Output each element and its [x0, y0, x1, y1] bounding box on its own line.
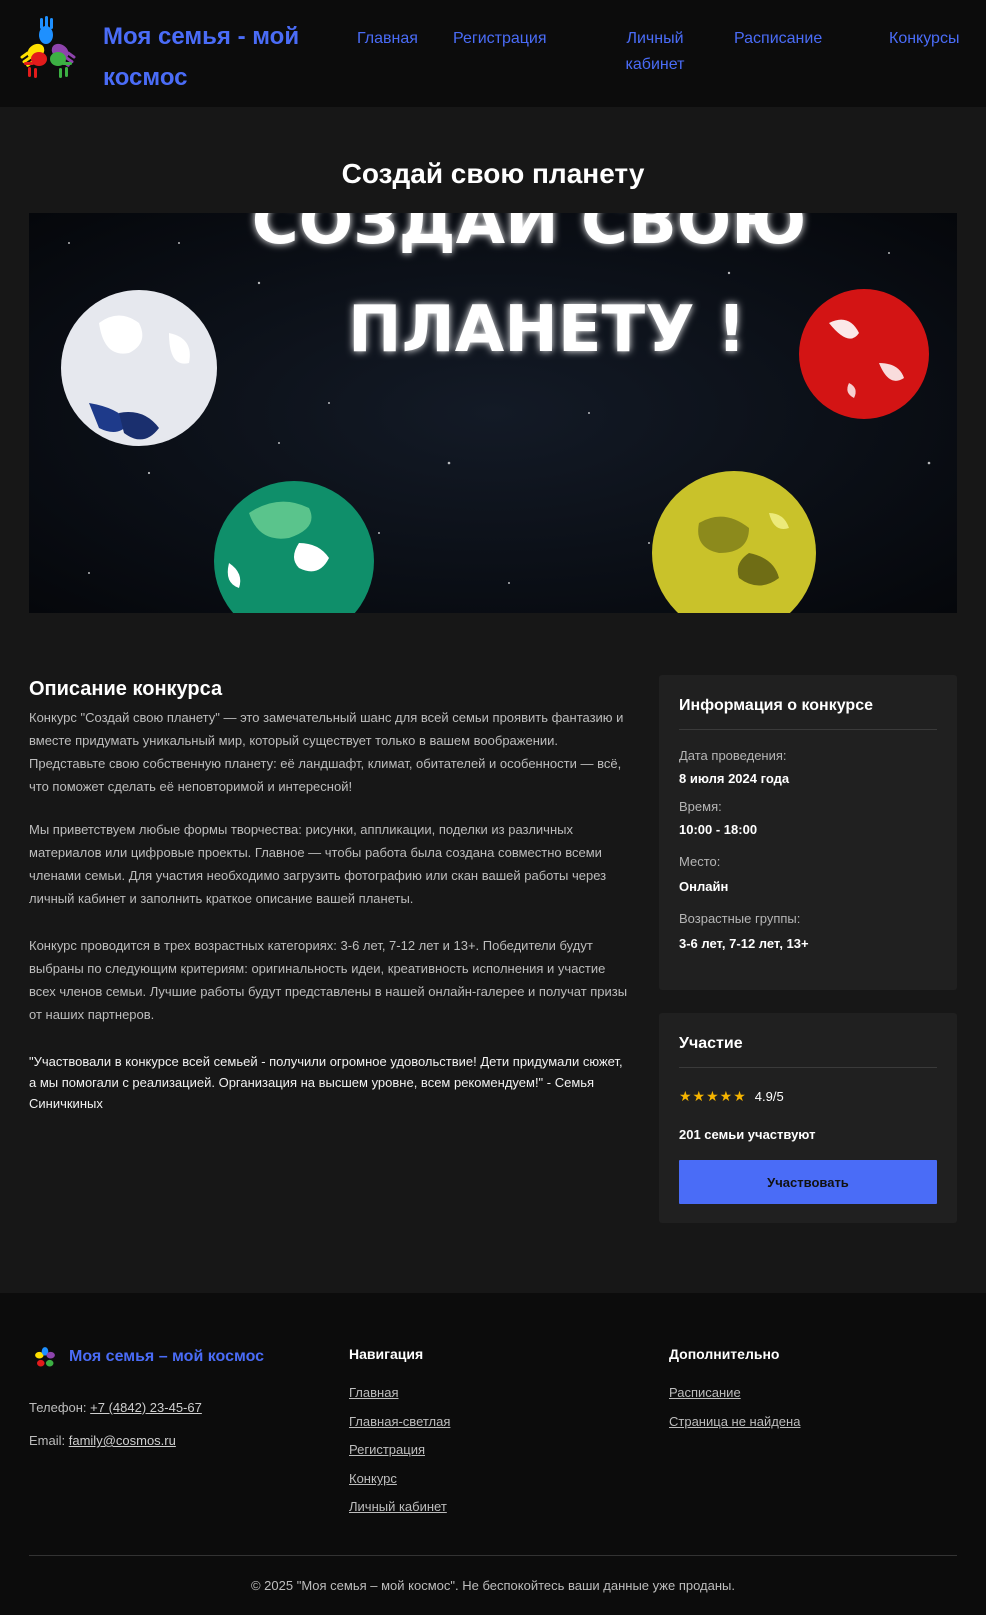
site-header: Моя семья - мой космос Главная Регистрац…	[0, 0, 986, 107]
family-hands-logo-icon[interactable]	[14, 14, 82, 82]
participation-card: Участие ★★★★★ 4.9/5 201 семьи участвуют …	[659, 1013, 957, 1223]
nav-contests[interactable]: Конкурсы	[889, 26, 959, 52]
footer-phone: Телефон: +7 (4842) 23-45-67	[29, 1400, 202, 1415]
footer-link-contest[interactable]: Конкурс	[349, 1471, 397, 1486]
nav-registration[interactable]: Регистрация	[453, 26, 547, 52]
place-label: Место:	[679, 854, 721, 869]
site-footer: Моя семья – мой космос Телефон: +7 (4842…	[0, 1293, 986, 1615]
family-review: "Участвовали в конкурсе всей семьей - по…	[29, 1054, 623, 1111]
date-value: 8 июля 2024 года	[679, 771, 790, 786]
description-paragraph-1: Конкурс "Создай свою планету" — это заме…	[29, 710, 624, 794]
footer-link-home[interactable]: Главная	[349, 1385, 398, 1400]
time-label: Время:	[679, 799, 722, 814]
footer-extra-heading: Дополнительно	[669, 1346, 780, 1362]
age-groups-label: Возрастные группы:	[679, 911, 801, 926]
contest-info-card: Информация о конкурсе Дата проведения: 8…	[659, 675, 957, 990]
participants-count: 201 семьи участвуют	[679, 1127, 816, 1142]
footer-link-account[interactable]: Личный кабинет	[349, 1499, 447, 1514]
description-paragraph-2: Мы приветствуем любые формы творчества: …	[29, 822, 607, 906]
footer-email: Email: family@cosmos.ru	[29, 1433, 176, 1448]
footer-link-home-light[interactable]: Главная-светлая	[349, 1414, 450, 1429]
participate-button[interactable]: Участвовать	[679, 1160, 937, 1204]
rating: ★★★★★ 4.9/5	[679, 1088, 937, 1105]
rating-stars-icon: ★★★★★	[679, 1088, 747, 1104]
nav-home[interactable]: Главная	[357, 26, 418, 52]
footer-nav-heading: Навигация	[349, 1346, 424, 1362]
time-value: 10:00 - 18:00	[679, 822, 758, 837]
copyright: © 2025 "Моя семья – мой космос". Не бесп…	[250, 1578, 735, 1593]
phone-label: Телефон:	[29, 1400, 87, 1415]
footer-link-registration[interactable]: Регистрация	[349, 1442, 425, 1457]
footer-link-schedule[interactable]: Расписание	[669, 1385, 741, 1400]
red-planet	[799, 289, 929, 419]
phone-link[interactable]: +7 (4842) 23-45-67	[90, 1400, 202, 1415]
footer-brand: Моя семья – мой космос	[69, 1348, 265, 1365]
footer-link-not-found[interactable]: Страница не найдена	[669, 1414, 800, 1429]
email-link[interactable]: family@cosmos.ru	[69, 1433, 176, 1448]
hero-heading-line1: СОЗДАЙ СВОЮ	[252, 213, 807, 259]
date-label: Дата проведения:	[679, 748, 787, 763]
description-paragraph-3: Конкурс проводится в трех возрастных кат…	[29, 938, 628, 1022]
place-value: Онлайн	[679, 879, 729, 894]
page-title: Создай свою планету	[341, 158, 645, 189]
site-brand[interactable]: Моя семья - мой космос	[103, 16, 303, 98]
nav-account[interactable]: Личный кабинет	[620, 26, 690, 78]
footer-hands-logo-icon	[35, 1347, 55, 1367]
space-planets-illustration: СОЗДАЙ СВОЮ ПЛАНЕТУ !	[29, 213, 957, 613]
description-title: Описание конкурса	[29, 678, 223, 700]
rating-value: 4.9/5	[754, 1089, 784, 1104]
participation-title: Участие	[679, 1013, 937, 1068]
age-groups-value: 3-6 лет, 7-12 лет, 13+	[679, 936, 809, 951]
hero-image: СОЗДАЙ СВОЮ ПЛАНЕТУ !	[29, 213, 957, 613]
footer-divider	[29, 1555, 957, 1556]
info-card-title: Информация о конкурсе	[679, 675, 937, 730]
white-planet	[61, 290, 217, 446]
email-label: Email:	[29, 1433, 66, 1448]
hero-heading-line2: ПЛАНЕТУ !	[348, 293, 746, 367]
nav-schedule[interactable]: Расписание	[734, 26, 822, 52]
